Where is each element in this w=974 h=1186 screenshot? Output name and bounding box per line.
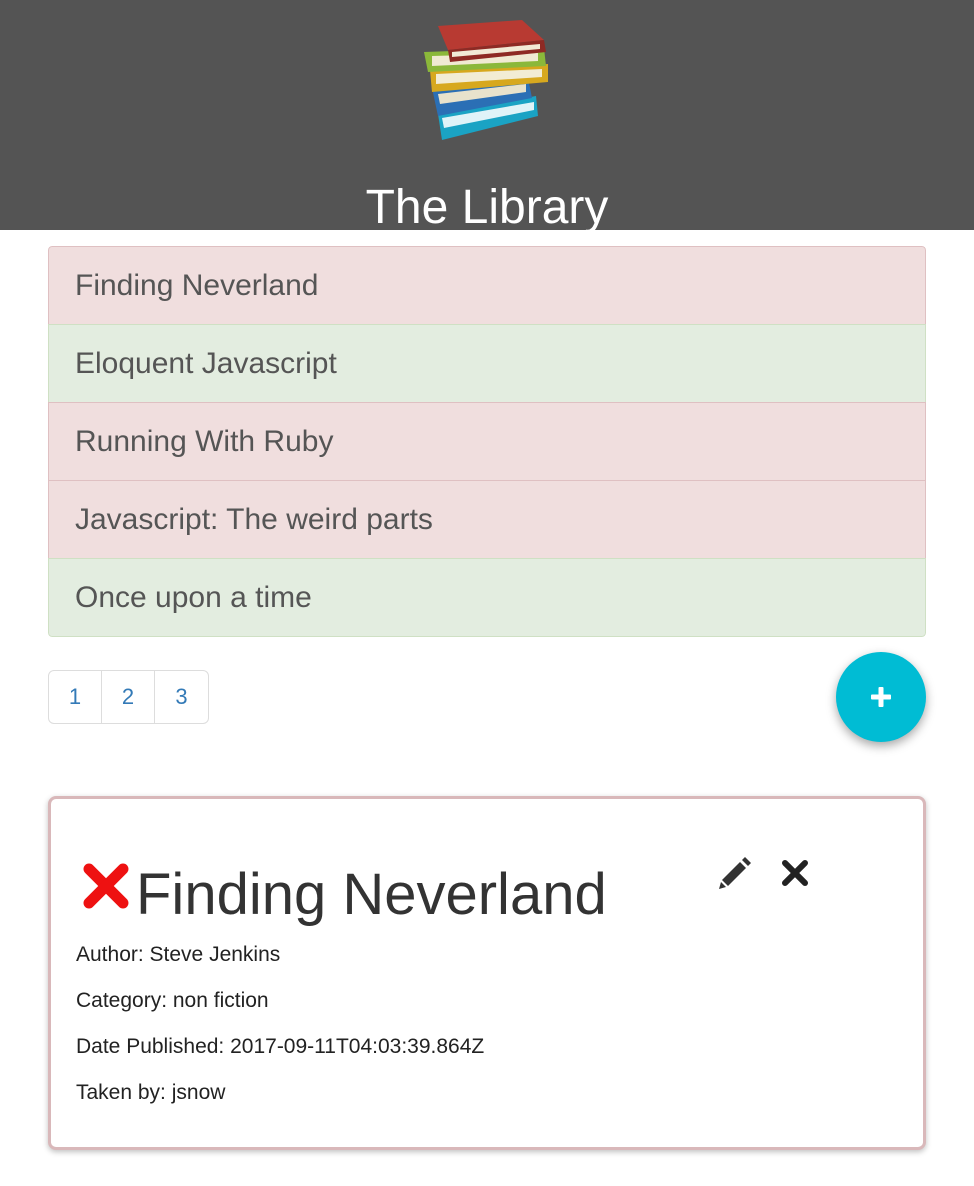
book-category: Category: non fiction [76,989,269,1012]
book-list-item[interactable]: Once upon a time [48,558,926,637]
close-icon[interactable] [779,857,811,889]
app-header: The Library [0,0,974,230]
book-taken-by: Taken by: jsnow [76,1081,226,1104]
plus-icon [871,687,891,707]
add-book-button[interactable] [836,652,926,742]
book-title: Finding Neverland [136,862,607,927]
app-title: The Library [365,181,609,230]
book-detail-card: Finding Neverland Author: Steve Jenkins … [48,796,926,1150]
book-date-published: Date Published: 2017-09-11T04:03:39.864Z [76,1035,485,1058]
book-list: Finding Neverland Eloquent Javascript Ru… [48,246,926,637]
page-link-1[interactable]: 1 [49,671,102,723]
stacked-books-logo [424,20,548,140]
book-list-item[interactable]: Running With Ruby [48,402,926,481]
pencil-icon[interactable] [717,855,753,891]
red-x-icon [83,863,129,909]
book-list-item[interactable]: Javascript: The weird parts [48,480,926,559]
book-list-item[interactable]: Eloquent Javascript [48,324,926,403]
book-list-item[interactable]: Finding Neverland [48,246,926,325]
page-link-3[interactable]: 3 [155,671,208,723]
book-author: Author: Steve Jenkins [76,943,281,966]
pagination: 1 2 3 [48,670,209,724]
page-link-2[interactable]: 2 [102,671,155,723]
